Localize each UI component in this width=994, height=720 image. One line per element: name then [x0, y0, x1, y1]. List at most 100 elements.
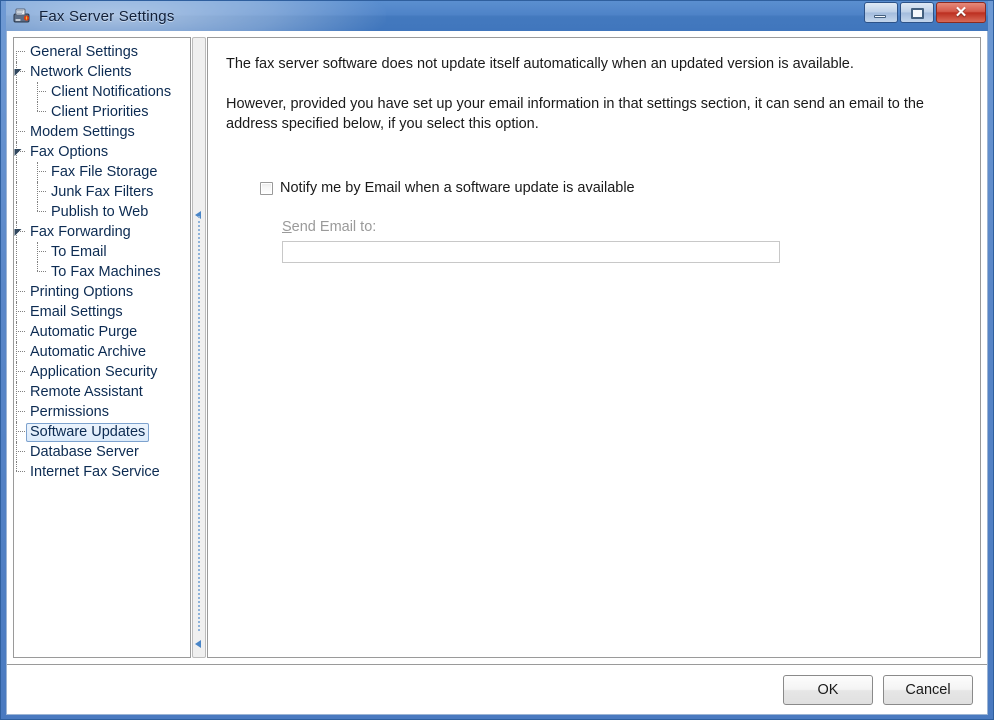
- tree-line: [16, 242, 17, 262]
- settings-tree-pane[interactable]: General Settings Network Clients Client No…: [13, 37, 191, 658]
- tree-item-modem-settings[interactable]: Modem Settings: [14, 122, 190, 142]
- tree-item-permissions[interactable]: Permissions: [14, 402, 190, 422]
- tree-item-client-priorities[interactable]: Client Priorities: [14, 102, 190, 122]
- tree-item-label: Software Updates: [26, 422, 150, 442]
- tree-line: [16, 202, 17, 222]
- tree-item-label: Fax Options: [30, 143, 109, 160]
- cancel-button[interactable]: Cancel: [883, 674, 973, 705]
- client-area: General Settings Network Clients Client No…: [6, 31, 988, 715]
- tree-line: [37, 271, 46, 272]
- fax-machine-icon: [12, 6, 32, 26]
- tree-expander-icon[interactable]: [14, 228, 23, 237]
- tree-item-application-security[interactable]: Application Security: [14, 362, 190, 382]
- tree-item-email-settings[interactable]: Email Settings: [14, 302, 190, 322]
- tree-line: [37, 251, 46, 252]
- fax-server-settings-window: Fax Server Settings ✕ General Settings Ne…: [0, 0, 994, 720]
- tree-expander-icon[interactable]: [14, 68, 23, 77]
- tree-line: [16, 342, 17, 362]
- tree-line: [37, 171, 46, 172]
- maximize-icon: [911, 8, 924, 19]
- tree-item-label: Fax File Storage: [51, 163, 158, 180]
- tree-item-internet-fax-service[interactable]: Internet Fax Service: [14, 462, 190, 482]
- tree-line: [37, 182, 38, 202]
- dialog-button-bar: OK Cancel: [7, 664, 987, 714]
- minimize-button[interactable]: [864, 2, 898, 23]
- tree-item-database-server[interactable]: Database Server: [14, 442, 190, 462]
- tree-line: [16, 182, 17, 202]
- splitter-grip: [198, 216, 200, 631]
- tree-line: [16, 51, 25, 52]
- tree-item-automatic-purge[interactable]: Automatic Purge: [14, 322, 190, 342]
- tree-line: [37, 191, 46, 192]
- tree-line: [16, 442, 17, 462]
- tree-line: [37, 102, 38, 111]
- tree-line: [16, 411, 25, 412]
- tree-item-label: To Email: [51, 243, 107, 260]
- tree-item-to-email[interactable]: To Email: [14, 242, 190, 262]
- tree-item-label: Junk Fax Filters: [51, 183, 154, 200]
- tree-item-label: Internet Fax Service: [30, 463, 160, 480]
- tree-item-label: Application Security: [30, 363, 158, 380]
- tree-line: [37, 111, 46, 112]
- tree-item-label: Fax Forwarding: [30, 223, 131, 240]
- tree-item-label: Database Server: [30, 443, 139, 460]
- tree-item-label: General Settings: [30, 43, 139, 60]
- tree-item-label: Remote Assistant: [30, 383, 143, 400]
- splitter-collapse-up-icon[interactable]: [195, 206, 203, 219]
- close-icon: ✕: [954, 4, 968, 21]
- tree-item-label: To Fax Machines: [51, 263, 161, 280]
- send-email-input[interactable]: [282, 241, 780, 263]
- tree-item-remote-assistant[interactable]: Remote Assistant: [14, 382, 190, 402]
- tree-expander-icon[interactable]: [14, 148, 23, 157]
- tree-line: [16, 311, 25, 312]
- tree-line: [16, 382, 17, 402]
- tree-line: [16, 391, 25, 392]
- tree-item-network-clients[interactable]: Network Clients: [14, 62, 190, 82]
- tree-item-label: Automatic Archive: [30, 343, 147, 360]
- tree-line: [16, 102, 17, 122]
- tree-line: [16, 422, 17, 442]
- tree-line: [37, 202, 38, 211]
- notify-checkbox-row[interactable]: Notify me by Email when a software updat…: [260, 180, 962, 196]
- intro-paragraph-2: However, provided you have set up your e…: [226, 96, 924, 132]
- tree-line: [37, 242, 38, 262]
- tree-item-label: Network Clients: [30, 63, 132, 80]
- close-button[interactable]: ✕: [936, 2, 986, 23]
- tree-line: [16, 351, 25, 352]
- notify-by-email-label: Notify me by Email when a software updat…: [280, 180, 635, 196]
- maximize-button[interactable]: [900, 2, 934, 23]
- tree-line: [16, 51, 17, 62]
- settings-tree[interactable]: General Settings Network Clients Client No…: [14, 38, 190, 482]
- ok-button[interactable]: OK: [783, 674, 873, 705]
- tree-item-label: Permissions: [30, 403, 109, 420]
- window-controls: ✕: [862, 2, 986, 23]
- options-block: Notify me by Email when a software updat…: [226, 180, 962, 263]
- tree-item-publish-to-web[interactable]: Publish to Web: [14, 202, 190, 222]
- tree-item-label: Email Settings: [30, 303, 123, 320]
- tree-line: [16, 331, 25, 332]
- tree-item-printing-options[interactable]: Printing Options: [14, 282, 190, 302]
- tree-line: [37, 82, 38, 102]
- tree-item-automatic-archive[interactable]: Automatic Archive: [14, 342, 190, 362]
- pane-splitter[interactable]: [192, 37, 206, 658]
- tree-item-fax-forwarding[interactable]: Fax Forwarding: [14, 222, 190, 242]
- title-bar: Fax Server Settings ✕: [6, 1, 988, 31]
- tree-item-junk-fax-filters[interactable]: Junk Fax Filters: [14, 182, 190, 202]
- splitter-collapse-down-icon[interactable]: [195, 635, 203, 648]
- tree-line: [16, 431, 25, 432]
- tree-item-general-settings[interactable]: General Settings: [14, 42, 190, 62]
- tree-item-fax-file-storage[interactable]: Fax File Storage: [14, 162, 190, 182]
- tree-line: [16, 402, 17, 422]
- send-email-label-rest: end Email to:: [291, 219, 377, 235]
- tree-line: [16, 371, 25, 372]
- tree-item-software-updates[interactable]: Software Updates: [14, 422, 190, 442]
- tree-line: [16, 291, 25, 292]
- software-updates-panel: The fax server software does not update …: [207, 37, 981, 658]
- tree-line: [16, 262, 17, 282]
- intro-paragraph-1: The fax server software does not update …: [226, 56, 854, 72]
- tree-item-fax-options[interactable]: Fax Options: [14, 142, 190, 162]
- send-email-label: Send Email to:: [282, 219, 376, 235]
- tree-item-client-notifications[interactable]: Client Notifications: [14, 82, 190, 102]
- tree-item-to-fax-machines[interactable]: To Fax Machines: [14, 262, 190, 282]
- notify-by-email-checkbox[interactable]: [260, 181, 273, 195]
